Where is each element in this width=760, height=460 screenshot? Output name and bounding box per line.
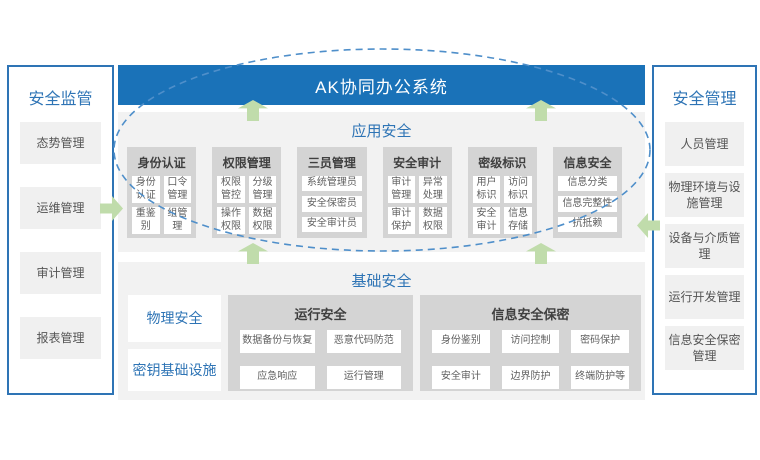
app-columns: 身份认证 身份认证 口令管理 重鉴别 组管理 权限管理 权限管控 分级管理 操作…	[118, 141, 645, 238]
app-column-permission-mgmt: 权限管理 权限管控 分级管理 操作权限 数据权限	[212, 147, 281, 238]
app-cell: 审计管理	[388, 176, 416, 203]
left-panel-security-supervision: 安全监管 态势管理 运维管理 审计管理 报表管理	[7, 65, 114, 395]
app-cell: 异常处理	[419, 176, 447, 203]
app-cell: 审计保护	[388, 207, 416, 234]
group-title: 信息安全保密	[420, 304, 641, 323]
right-panel-item-secrecy: 信息安全保密管理	[665, 326, 744, 370]
system-banner-title: AK协同办公系统	[315, 73, 448, 98]
group-title: 运行安全	[228, 304, 413, 323]
app-cell: 系统管理员	[302, 176, 361, 191]
app-cell: 身份认证	[132, 176, 160, 203]
infosec-secrecy-group: 信息安全保密 身份鉴别 访问控制 密码保护 安全审计 边界防护 终端防护等	[420, 295, 641, 391]
base-cell: 访问控制	[502, 330, 560, 353]
app-cell: 信息分类	[558, 176, 617, 191]
base-cell: 恶意代码防范	[327, 330, 402, 353]
right-panel-item-devops: 运行开发管理	[665, 275, 744, 319]
app-column-title: 安全审计	[388, 154, 447, 171]
app-cell: 信息完整性	[558, 196, 617, 211]
app-cell: 抗抵赖	[558, 217, 617, 232]
app-cell: 安全保密员	[302, 196, 361, 211]
app-cell: 重鉴别	[132, 207, 160, 234]
app-column-three-admins: 三员管理 系统管理员 安全保密员 安全审计员	[297, 147, 366, 238]
app-column-title: 权限管理	[217, 154, 276, 171]
app-cell: 数据权限	[249, 207, 277, 234]
app-column-title: 身份认证	[132, 154, 191, 171]
base-cell: 身份鉴别	[432, 330, 490, 353]
app-section-title: 应用安全	[118, 112, 645, 141]
right-panel-security-management: 安全管理 人员管理 物理环境与设施管理 设备与介质管理 运行开发管理 信息安全保…	[652, 65, 757, 395]
app-column-classification-mark: 密级标识 用户标识 访问标识 安全审计 信息存储	[468, 147, 537, 238]
right-panel-item-personnel: 人员管理	[665, 122, 744, 166]
right-panel-item-environment: 物理环境与设施管理	[665, 173, 744, 217]
application-security-section: 应用安全 身份认证 身份认证 口令管理 重鉴别 组管理 权限管理 权限管控 分级…	[118, 112, 645, 252]
app-cell: 口令管理	[164, 176, 192, 203]
system-banner: AK协同办公系统	[118, 65, 645, 105]
physical-security-box: 物理安全	[128, 295, 221, 342]
basic-security-section: 基础安全 物理安全 密钥基础设施 运行安全 数据备份与恢复 恶意代码防范 应急响…	[118, 262, 645, 400]
right-panel-title: 安全管理	[654, 85, 755, 109]
base-cell: 安全审计	[432, 366, 490, 389]
app-cell: 组管理	[164, 207, 192, 234]
app-cell: 访问标识	[504, 176, 532, 203]
app-cell: 信息存储	[504, 207, 532, 234]
app-cell: 操作权限	[217, 207, 245, 234]
base-cell: 边界防护	[502, 366, 560, 389]
app-cell: 数据权限	[419, 207, 447, 234]
base-cell: 密码保护	[571, 330, 629, 353]
base-section-title: 基础安全	[118, 262, 645, 291]
app-column-security-audit: 安全审计 审计管理 异常处理 审计保护 数据权限	[383, 147, 452, 238]
app-column-information-security: 信息安全 信息分类 信息完整性 抗抵赖	[553, 147, 622, 238]
app-cell: 安全审计	[473, 207, 501, 234]
left-panel-item-report: 报表管理	[20, 317, 101, 359]
left-panel-title: 安全监管	[9, 85, 112, 109]
right-panel-item-device: 设备与介质管理	[665, 224, 744, 268]
app-cell: 分级管理	[249, 176, 277, 203]
app-column-title: 密级标识	[473, 154, 532, 171]
left-panel-item-ops: 运维管理	[20, 187, 101, 229]
app-cell: 用户标识	[473, 176, 501, 203]
app-cell: 权限管控	[217, 176, 245, 203]
base-cell: 终端防护等	[571, 366, 629, 389]
app-column-title: 三员管理	[302, 154, 361, 171]
left-panel-item-situation: 态势管理	[20, 122, 101, 164]
app-column-identity-auth: 身份认证 身份认证 口令管理 重鉴别 组管理	[127, 147, 196, 238]
left-panel-item-audit: 审计管理	[20, 252, 101, 294]
app-column-title: 信息安全	[558, 154, 617, 171]
base-cell: 数据备份与恢复	[240, 330, 315, 353]
app-cell: 安全审计员	[302, 217, 361, 232]
base-cell: 应急响应	[240, 366, 315, 389]
operation-security-group: 运行安全 数据备份与恢复 恶意代码防范 应急响应 运行管理	[228, 295, 413, 391]
security-architecture-diagram: 安全监管 态势管理 运维管理 审计管理 报表管理 安全管理 人员管理 物理环境与…	[0, 0, 760, 460]
base-cell: 运行管理	[327, 366, 402, 389]
key-infrastructure-box: 密钥基础设施	[128, 349, 221, 391]
